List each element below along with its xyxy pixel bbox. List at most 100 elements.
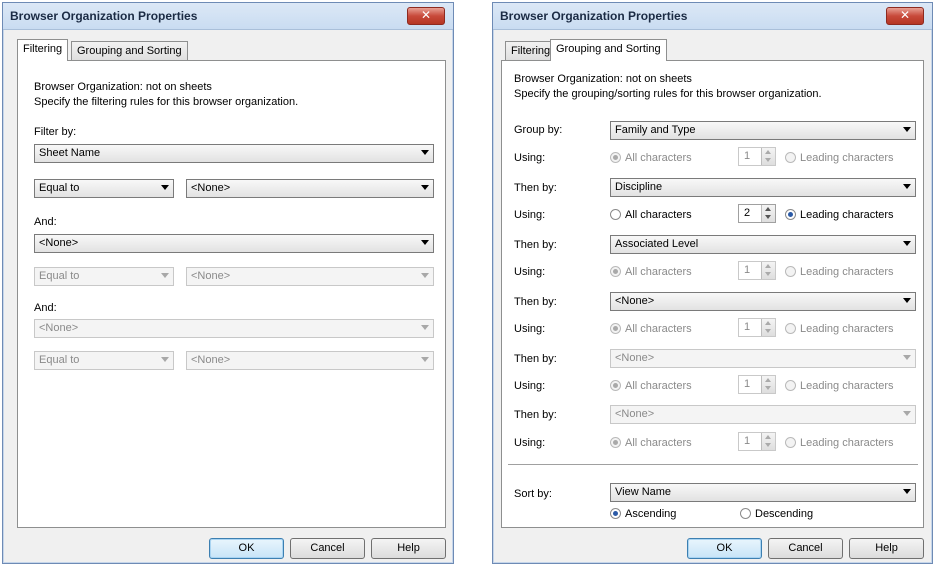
chevron-down-icon — [903, 411, 911, 416]
tab-grouping-and-sorting[interactable]: Grouping and Sorting — [71, 41, 188, 61]
group6-all-characters-label: All characters — [625, 437, 692, 449]
tab-grouping-and-sorting[interactable]: Grouping and Sorting — [550, 39, 667, 61]
then-by-label: Then by: — [514, 296, 557, 308]
spinner-arrows[interactable] — [761, 376, 775, 393]
condition1-value: <None> — [191, 182, 231, 194]
group2-characters-value: 2 — [744, 207, 751, 219]
group-by-value: Family and Type — [615, 124, 696, 136]
cancel-button[interactable]: Cancel — [768, 538, 843, 559]
ok-button[interactable]: OK — [209, 538, 284, 559]
tab-filtering[interactable]: Filtering — [17, 39, 69, 61]
group3-all-characters-label: All characters — [625, 266, 692, 278]
tab-filtering[interactable]: Filtering — [505, 41, 557, 61]
group1-all-characters-radio[interactable] — [610, 152, 621, 163]
ascending-radio[interactable] — [610, 508, 621, 519]
spin-up-icon — [765, 150, 771, 154]
group2-leading-characters-label: Leading characters — [800, 209, 894, 221]
chevron-down-icon — [903, 489, 911, 494]
then-by-5-dropdown[interactable]: <None> — [610, 405, 916, 424]
cancel-button[interactable]: Cancel — [290, 538, 365, 559]
then-by-2-dropdown[interactable]: Associated Level — [610, 235, 916, 254]
group5-leading-characters-radio[interactable] — [785, 380, 796, 391]
using-label: Using: — [514, 209, 546, 221]
condition3-value-dropdown[interactable]: <None> — [186, 351, 434, 370]
and1-field-dropdown[interactable]: <None> — [34, 234, 434, 253]
chevron-down-icon — [903, 127, 911, 132]
condition3-value: <None> — [191, 354, 231, 366]
group5-characters-value: 1 — [744, 378, 751, 390]
chevron-down-icon — [421, 357, 429, 362]
close-button[interactable]: ✕ — [407, 7, 445, 25]
title-bar[interactable]: Browser Organization Properties ✕ — [493, 3, 932, 30]
chevron-down-icon — [903, 184, 911, 189]
dialog-title: Browser Organization Properties — [500, 9, 688, 23]
then-by-label: Then by: — [514, 239, 557, 251]
condition1-operator-value: Equal to — [39, 182, 80, 194]
using-label: Using: — [514, 380, 546, 392]
then-by-1-dropdown[interactable]: Discipline — [610, 178, 916, 197]
browser-organization-heading: Browser Organization: not on sheets — [514, 73, 692, 85]
condition2-operator-dropdown[interactable]: Equal to — [34, 267, 174, 286]
group4-all-characters-label: All characters — [625, 323, 692, 335]
group3-characters-spinner[interactable]: 1 — [738, 261, 776, 280]
group5-all-characters-label: All characters — [625, 380, 692, 392]
group-by-dropdown[interactable]: Family and Type — [610, 121, 916, 140]
condition2-operator-value: Equal to — [39, 270, 80, 282]
condition1-value-dropdown[interactable]: <None> — [186, 179, 434, 198]
condition3-operator-dropdown[interactable]: Equal to — [34, 351, 174, 370]
then-by-3-dropdown[interactable]: <None> — [610, 292, 916, 311]
group5-characters-spinner[interactable]: 1 — [738, 375, 776, 394]
ok-button[interactable]: OK — [687, 538, 762, 559]
chevron-down-icon — [421, 150, 429, 155]
group4-characters-value: 1 — [744, 321, 751, 333]
group1-leading-characters-radio[interactable] — [785, 152, 796, 163]
group3-all-characters-radio[interactable] — [610, 266, 621, 277]
spin-down-icon — [765, 329, 771, 333]
then-by-label: Then by: — [514, 182, 557, 194]
sort-by-dropdown[interactable]: View Name — [610, 483, 916, 502]
spinner-arrows[interactable] — [761, 205, 775, 222]
group4-all-characters-radio[interactable] — [610, 323, 621, 334]
then-by-4-dropdown[interactable]: <None> — [610, 349, 916, 368]
spinner-arrows[interactable] — [761, 433, 775, 450]
group2-all-characters-radio[interactable] — [610, 209, 621, 220]
help-button[interactable]: Help — [849, 538, 924, 559]
spinner-arrows[interactable] — [761, 148, 775, 165]
chevron-down-icon — [421, 325, 429, 330]
group6-characters-spinner[interactable]: 1 — [738, 432, 776, 451]
filter-by-label: Filter by: — [34, 126, 77, 138]
spinner-arrows[interactable] — [761, 319, 775, 336]
group-by-label: Group by: — [514, 124, 563, 136]
chevron-down-icon — [421, 185, 429, 190]
title-bar[interactable]: Browser Organization Properties ✕ — [3, 3, 453, 30]
spinner-arrows[interactable] — [761, 262, 775, 279]
descending-radio[interactable] — [740, 508, 751, 519]
group1-characters-spinner[interactable]: 1 — [738, 147, 776, 166]
chevron-down-icon — [161, 273, 169, 278]
sort-by-value: View Name — [615, 486, 672, 498]
spin-down-icon — [765, 386, 771, 390]
and2-field-dropdown[interactable]: <None> — [34, 319, 434, 338]
group3-leading-characters-label: Leading characters — [800, 266, 894, 278]
and2-field-value: <None> — [39, 322, 79, 334]
separator — [508, 464, 918, 465]
help-button[interactable]: Help — [371, 538, 446, 559]
group2-leading-characters-radio[interactable] — [785, 209, 796, 220]
group5-all-characters-radio[interactable] — [610, 380, 621, 391]
close-button[interactable]: ✕ — [886, 7, 924, 25]
chevron-down-icon — [421, 240, 429, 245]
condition1-operator-dropdown[interactable]: Equal to — [34, 179, 174, 198]
spin-up-icon — [765, 207, 771, 211]
condition3-operator-value: Equal to — [39, 354, 80, 366]
filter-by-dropdown[interactable]: Sheet Name — [34, 144, 434, 163]
using-label: Using: — [514, 437, 546, 449]
and1-label: And: — [34, 216, 57, 228]
group3-leading-characters-radio[interactable] — [785, 266, 796, 277]
group6-leading-characters-radio[interactable] — [785, 437, 796, 448]
group4-characters-spinner[interactable]: 1 — [738, 318, 776, 337]
group6-all-characters-radio[interactable] — [610, 437, 621, 448]
group4-leading-characters-radio[interactable] — [785, 323, 796, 334]
condition2-value-dropdown[interactable]: <None> — [186, 267, 434, 286]
group2-characters-spinner[interactable]: 2 — [738, 204, 776, 223]
group4-leading-characters-label: Leading characters — [800, 323, 894, 335]
